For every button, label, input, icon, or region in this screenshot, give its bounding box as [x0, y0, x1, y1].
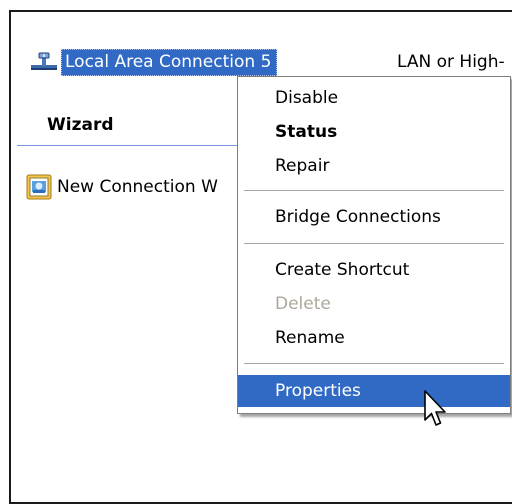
menu-item-properties[interactable]: Properties: [238, 375, 510, 407]
menu-separator: [244, 243, 504, 244]
new-connection-wizard-icon: [26, 174, 52, 200]
mouse-pointer-icon: [424, 390, 446, 426]
context-menu: Disable Status Repair Bridge Connections…: [237, 76, 511, 414]
connection-item[interactable]: Local Area Connection 5: [29, 48, 278, 76]
menu-item-disable[interactable]: Disable: [238, 82, 510, 114]
menu-item-create-shortcut[interactable]: Create Shortcut: [238, 254, 510, 286]
menu-item-bridge-connections[interactable]: Bridge Connections: [238, 201, 510, 233]
menu-separator: [244, 190, 504, 191]
menu-item-delete: Delete: [275, 294, 331, 314]
connection-name[interactable]: Local Area Connection 5: [61, 48, 278, 76]
group-header-wizard: Wizard: [47, 115, 114, 135]
menu-item-repair[interactable]: Repair: [238, 150, 510, 182]
connection-type: LAN or High-: [397, 52, 505, 72]
group-divider: [17, 145, 247, 146]
menu-separator: [244, 363, 504, 364]
menu-item-rename[interactable]: Rename: [238, 322, 510, 354]
wizard-item[interactable]: New Connection W: [26, 174, 218, 200]
menu-item-status[interactable]: Status: [238, 116, 510, 148]
network-connection-icon: [29, 50, 61, 74]
wizard-label: New Connection W: [57, 177, 218, 197]
